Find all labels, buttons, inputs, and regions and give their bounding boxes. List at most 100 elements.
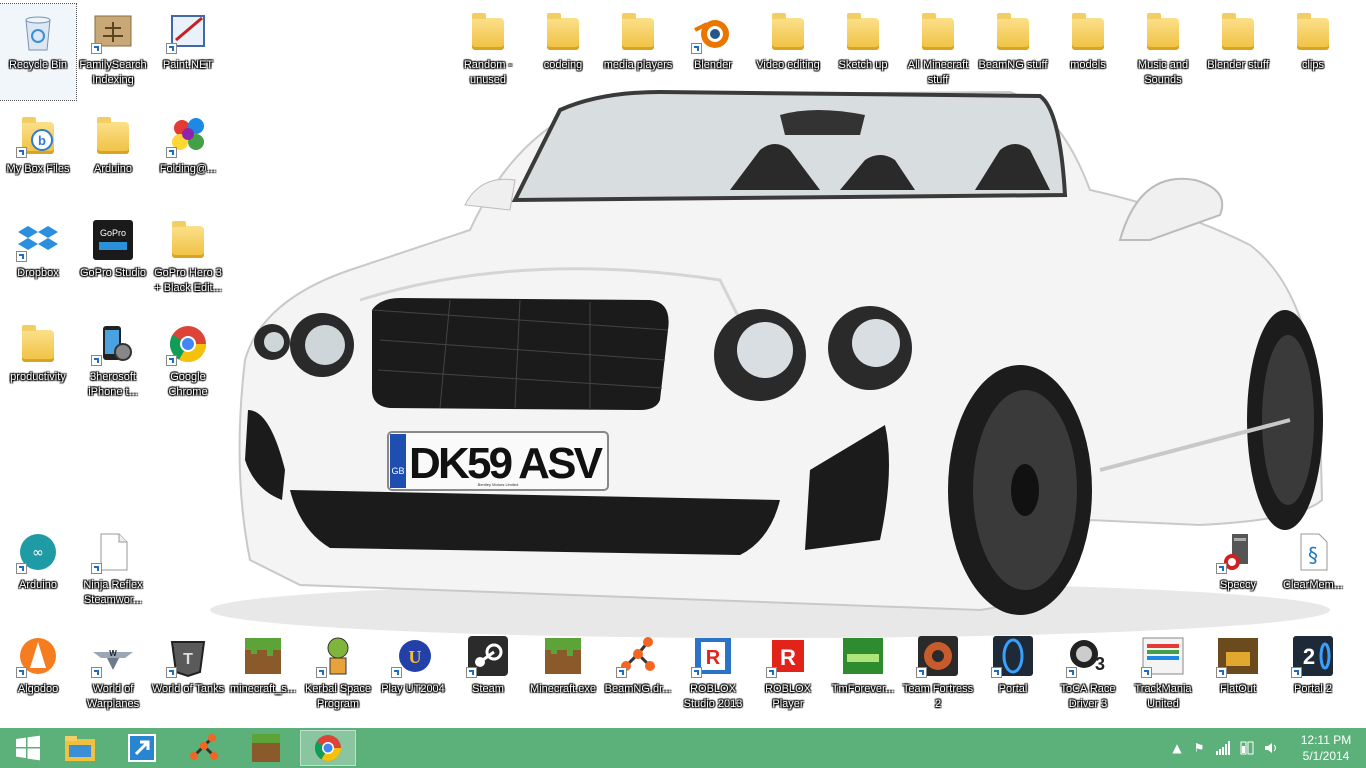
icon-label: Steam [472, 683, 504, 695]
start-button[interactable] [0, 730, 56, 766]
icon-label: FamilySearch Indexing [79, 59, 147, 86]
clearmem-icon: § [1291, 530, 1335, 574]
svg-text:GoPro: GoPro [100, 228, 126, 238]
chevron-up-icon[interactable]: ▲ [1170, 741, 1184, 755]
folder-icon [541, 10, 585, 54]
icon-label: Team Fortress 2 [902, 683, 974, 710]
desktop-icon-tmforever[interactable]: TmForever... [825, 628, 901, 724]
desktop-icon-gopro-studio[interactable]: GoPro GoPro Studio [75, 212, 151, 308]
speccy-icon [1216, 530, 1260, 574]
icon-label: media players [603, 59, 673, 71]
minecraft-icon [241, 634, 285, 678]
desktop-icon-dropbox[interactable]: Dropbox [0, 212, 76, 308]
desktop-icon-clearmem[interactable]: § ClearMem... [1275, 524, 1351, 620]
file-explorer-icon [65, 736, 95, 761]
folder-icon [16, 322, 60, 366]
desktop-icon-arduino[interactable]: ∞ Arduino [0, 524, 76, 620]
icon-label: World of Warplanes [86, 683, 140, 710]
minecraft-icon [252, 734, 280, 762]
desktop-icon-flatout[interactable]: FlatOut [1200, 628, 1276, 724]
desktop-icon-familysearch-indexing[interactable]: FamilySearch Indexing [75, 4, 151, 100]
desktop-icon-blender-stuff[interactable]: Blender stuff [1200, 4, 1276, 100]
file-explorer-button[interactable] [52, 730, 108, 766]
svg-text:T: T [183, 651, 193, 668]
desktop-icon-codeing[interactable]: codeing [525, 4, 601, 100]
desktop-icon-play-ut2004[interactable]: U Play UT2004 [375, 628, 451, 724]
desktop-icon-ninja-reflex[interactable]: Ninja Reflex Steamwor... [75, 524, 151, 620]
desktop-icon-beamng-stuff[interactable]: BeamNG stuff [975, 4, 1051, 100]
desktop-icon-sketch-up[interactable]: Sketch up [825, 4, 901, 100]
portal-2-icon: 2 [1291, 634, 1335, 678]
clock[interactable]: 12:11 PM 5/1/2014 [1296, 732, 1356, 764]
desktop-icon-folding-at-home[interactable]: Folding@... [150, 108, 226, 204]
desktop-icon-paint-net[interactable]: Paint.NET [150, 4, 226, 100]
desktop-icon-video-editing[interactable]: Video editing [750, 4, 826, 100]
toca-race-driver-icon: 3 [1066, 634, 1110, 678]
desktop-icon-kerbal-space-program[interactable]: Kerbal Space Program [300, 628, 376, 724]
blender-icon [691, 10, 735, 54]
beamng-taskbar-button[interactable] [176, 730, 232, 766]
svg-text:R: R [706, 647, 721, 669]
desktop-icon-recycle-bin[interactable]: Recycle Bin [0, 3, 77, 101]
desktop-icon-minecraft-s[interactable]: minecraft_s... [225, 628, 301, 724]
desktop-icon-my-box-files[interactable]: b My Box Files [0, 108, 76, 204]
desktop-icon-arduino-folder[interactable]: Arduino [75, 108, 151, 204]
action-center-flag-icon[interactable]: ⚑ [1192, 741, 1206, 755]
remote-desktop-button[interactable] [114, 730, 170, 766]
desktop-icon-team-fortress-2[interactable]: Team Fortress 2 [900, 628, 976, 724]
desktop-icon-beamng-drive[interactable]: BeamNG.dr... [600, 628, 676, 724]
desktop-icon-clips[interactable]: clips [1275, 4, 1351, 100]
desktop-icon-portal[interactable]: Portal [975, 628, 1051, 724]
desktop-icon-models[interactable]: models [1050, 4, 1126, 100]
tmforever-icon [841, 634, 885, 678]
icon-label: Arduino [94, 163, 132, 175]
svg-text:∞: ∞ [32, 545, 44, 561]
icon-label: TmForever... [831, 683, 895, 695]
desktop-icon-roblox-player[interactable]: R ROBLOX Player [750, 628, 826, 724]
folder-icon [616, 10, 660, 54]
desktop-icon-3herosoft[interactable]: 3herosoft iPhone t... [75, 316, 151, 412]
desktop-icon-world-of-tanks[interactable]: T World of Tanks [150, 628, 226, 724]
arduino-icon: ∞ [16, 530, 60, 574]
folder-icon [916, 10, 960, 54]
desktop-icon-google-chrome[interactable]: Google Chrome [150, 316, 226, 412]
desktop-icon-blender[interactable]: Blender [675, 4, 751, 100]
svg-text:W: W [109, 649, 117, 658]
trackmania-icon [1141, 634, 1185, 678]
folder-icon [991, 10, 1035, 54]
desktop-icon-toca-race-driver[interactable]: 3 ToCA Race Driver 3 [1050, 628, 1126, 724]
desktop-icon-algodoo[interactable]: Algodoo [0, 628, 76, 724]
plate-country: GB [391, 466, 404, 476]
roblox-studio-icon: R [691, 634, 735, 678]
icon-label: Play UT2004 [381, 683, 445, 695]
roblox-player-icon: R [766, 634, 810, 678]
icon-label: Music and Sounds [1137, 59, 1189, 86]
battery-icon[interactable] [1240, 741, 1254, 755]
chrome-taskbar-button[interactable] [300, 730, 356, 766]
desktop-icon-minecraft-exe[interactable]: Minecraft.exe [525, 628, 601, 724]
folding-at-home-icon [166, 114, 210, 158]
desktop-icon-random-unused[interactable]: Random - unused [450, 4, 526, 100]
icon-label: 3herosoft iPhone t... [88, 371, 138, 398]
desktop-icon-world-of-warplanes[interactable]: W World of Warplanes [75, 628, 151, 724]
network-signal-icon[interactable] [1216, 741, 1230, 755]
icon-label: minecraft_s... [229, 683, 297, 695]
desktop-icon-media-players[interactable]: media players [600, 4, 676, 100]
world-of-tanks-icon: T [166, 634, 210, 678]
desktop-icon-portal-2[interactable]: 2 Portal 2 [1275, 628, 1351, 724]
volume-icon[interactable] [1264, 741, 1278, 755]
desktop-icon-roblox-studio[interactable]: R ROBLOX Studio 2013 [675, 628, 751, 724]
desktop-icon-steam[interactable]: Steam [450, 628, 526, 724]
desktop-icon-trackmania-united[interactable]: TrackMania United [1125, 628, 1201, 724]
beamng-icon [616, 634, 660, 678]
chrome-icon [314, 735, 342, 762]
folder-icon [91, 114, 135, 158]
desktop-icon-speccy[interactable]: Speccy [1200, 524, 1276, 620]
desktop-icon-productivity[interactable]: productivity [0, 316, 76, 412]
desktop-icon-all-minecraft-stuff[interactable]: All Minecraft stuff [900, 4, 976, 100]
desktop-icon-gopro-hero-folder[interactable]: GoPro Hero 3 + Black Edit... [150, 212, 226, 308]
minecraft-taskbar-button[interactable] [238, 730, 294, 766]
desktop-icon-music-and-sounds[interactable]: Music and Sounds [1125, 4, 1201, 100]
icon-label: Speccy [1219, 579, 1257, 591]
icon-label: Sketch up [838, 59, 888, 71]
